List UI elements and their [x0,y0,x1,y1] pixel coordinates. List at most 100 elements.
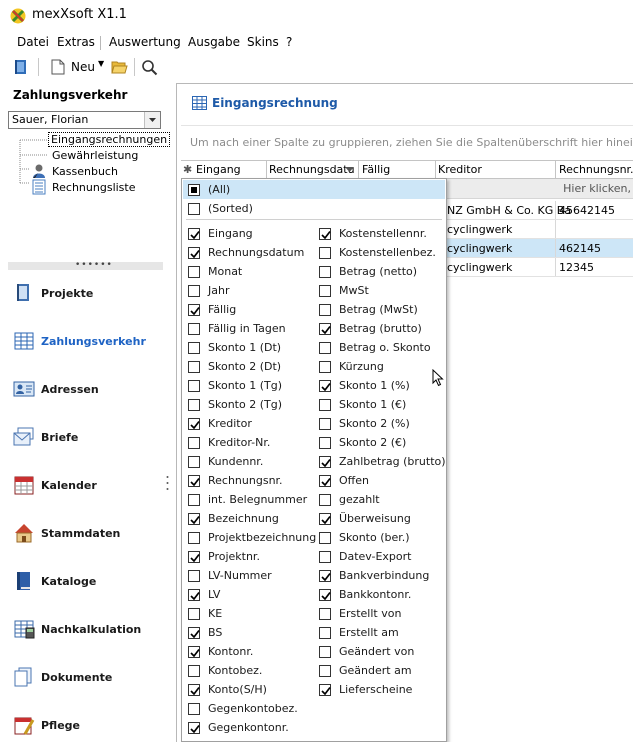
user-select-dropdown-button[interactable] [144,112,160,128]
nav-dokumente[interactable]: Dokumente [13,666,163,692]
checkbox[interactable] [188,203,200,215]
checkbox-checked[interactable] [319,684,331,696]
checkbox[interactable] [319,646,331,658]
menu-extras[interactable]: Extras [57,35,95,49]
book-icon[interactable] [13,59,29,75]
tree-item-rechnungsliste[interactable]: Rechnungsliste [52,181,136,194]
checkbox-checked[interactable] [188,304,200,316]
checkbox[interactable] [319,494,331,506]
nav-kataloge[interactable]: Kataloge [13,570,163,596]
menu-skins[interactable]: Skins [247,35,279,49]
menu-datei[interactable]: Datei [17,35,49,49]
checkbox[interactable] [188,703,200,715]
checkbox[interactable] [188,456,200,468]
menu-ausgabe[interactable]: Ausgabe [188,35,240,49]
checkbox-checked[interactable] [319,589,331,601]
option-label: Projektbezeichnung [208,531,317,544]
checkbox[interactable] [319,247,331,259]
checkbox[interactable] [188,323,200,335]
column-separator[interactable] [358,161,359,179]
checkbox[interactable] [188,342,200,354]
search-icon[interactable] [141,59,158,76]
checkbox-checked[interactable] [319,475,331,487]
column-header-faellig[interactable]: Fällig [362,163,390,176]
nav-nachkalkulation[interactable]: Nachkalkulation [13,618,163,644]
checkbox[interactable] [188,361,200,373]
checkbox-checked[interactable] [319,323,331,335]
column-header-eingang[interactable]: Eingang [196,163,241,176]
checkbox-checked[interactable] [188,228,200,240]
group-by-panel[interactable]: Um nach einer Spalte zu gruppieren, zieh… [181,125,633,160]
nav-pflege[interactable]: Pflege [13,714,163,740]
checkbox-checked[interactable] [188,646,200,658]
tree-item-gewaehrleistung[interactable]: Gewährleistung [52,149,138,162]
checkbox[interactable] [188,266,200,278]
checkbox[interactable] [188,532,200,544]
checkbox-checked[interactable] [188,684,200,696]
checkbox-checked[interactable] [188,722,200,734]
checkbox[interactable] [319,437,331,449]
nav-stammdaten[interactable]: Stammdaten [13,522,163,548]
checkbox[interactable] [188,570,200,582]
checkbox[interactable] [319,627,331,639]
checkbox-checked[interactable] [188,627,200,639]
splitter-grip: •••••• [75,260,113,270]
checkbox-checked[interactable] [319,228,331,240]
checkbox-checked[interactable] [188,247,200,259]
checkbox-checked[interactable] [319,513,331,525]
nav-briefe[interactable]: Briefe [13,426,163,452]
checkbox[interactable] [188,494,200,506]
checkbox[interactable] [319,608,331,620]
new-button[interactable]: Neu [71,60,95,74]
checkbox[interactable] [188,285,200,297]
column-chooser-icon[interactable]: ✱ [183,163,192,176]
column-separator[interactable] [555,161,556,179]
nav-kalender[interactable]: Kalender [13,474,163,500]
chevron-down-icon[interactable]: ▼ [98,59,104,68]
checkbox-checked[interactable] [319,380,331,392]
filter-dropdown-icon[interactable] [345,167,354,173]
nav-zahlungsverkehr[interactable]: Zahlungsverkehr [13,330,163,356]
checkbox[interactable] [188,380,200,392]
checkbox[interactable] [319,418,331,430]
vertical-splitter-grip[interactable] [166,474,169,492]
column-separator[interactable] [266,161,267,179]
checkbox-checked[interactable] [319,456,331,468]
checkbox[interactable] [319,361,331,373]
checkbox[interactable] [319,304,331,316]
column-header-kreditor[interactable]: Kreditor [438,163,482,176]
menu-auswertung[interactable]: Auswertung [109,35,181,49]
column-header-rechnungsnr[interactable]: Rechnungsnr. [559,163,633,176]
column-separator[interactable] [435,161,436,179]
checkbox-checked[interactable] [188,513,200,525]
open-folder-icon[interactable] [111,60,128,74]
checkbox[interactable] [319,342,331,354]
checkbox[interactable] [319,551,331,563]
menu-help[interactable]: ? [286,35,292,49]
checkbox[interactable] [188,437,200,449]
nav-projekte[interactable]: Projekte [13,282,163,308]
checkbox[interactable] [319,665,331,677]
checkbox[interactable] [319,285,331,297]
checkbox-checked[interactable] [188,589,200,601]
checkbox[interactable] [319,399,331,411]
tree-item-kassenbuch[interactable]: Kassenbuch [52,165,118,178]
checkbox[interactable] [319,266,331,278]
checkbox[interactable] [188,665,200,677]
user-select[interactable]: Sauer, Florian [8,111,161,129]
panel-splitter[interactable]: •••••• [8,260,163,270]
checkbox-checked[interactable] [188,551,200,563]
column-header-rechnungsdatum[interactable]: Rechnungsdatu [269,163,355,176]
option-label: Eingang [208,227,253,240]
checkbox-checked[interactable] [319,570,331,582]
checkbox[interactable] [319,532,331,544]
checkbox-checked[interactable] [188,418,200,430]
checkbox[interactable] [188,399,200,411]
checkbox-checked[interactable] [188,475,200,487]
nav-adressen[interactable]: Adressen [13,378,163,404]
tree-item-eingangsrechnungen[interactable]: Eingangsrechnungen [48,132,171,147]
option-label: Gegenkontonr. [208,721,289,734]
checkbox[interactable] [188,608,200,620]
new-document-icon[interactable] [51,59,65,75]
checkbox-indeterminate[interactable] [188,184,200,196]
